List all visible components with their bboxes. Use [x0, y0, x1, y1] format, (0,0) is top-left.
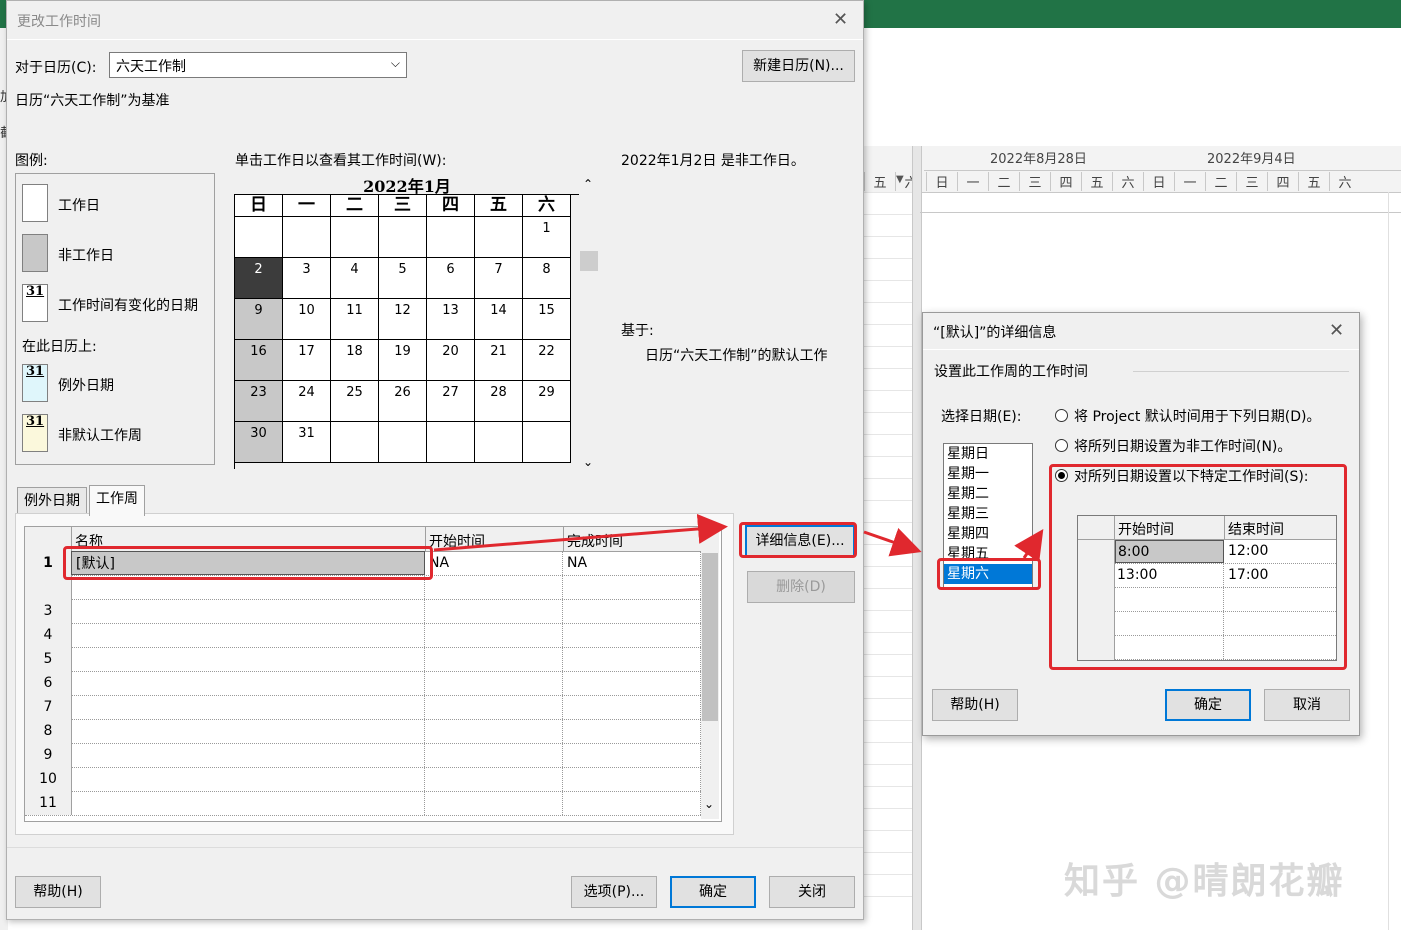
- tab-work-weeks[interactable]: 工作周: [89, 485, 145, 516]
- arrow-to-times: [1014, 529, 1044, 563]
- arrow-to-details: [433, 513, 728, 552]
- arrow-to-details-dialog: [863, 527, 922, 557]
- annotation-arrows: [433, 513, 1044, 563]
- watermark-text: 知乎 @晴朗花瓣: [1064, 861, 1345, 902]
